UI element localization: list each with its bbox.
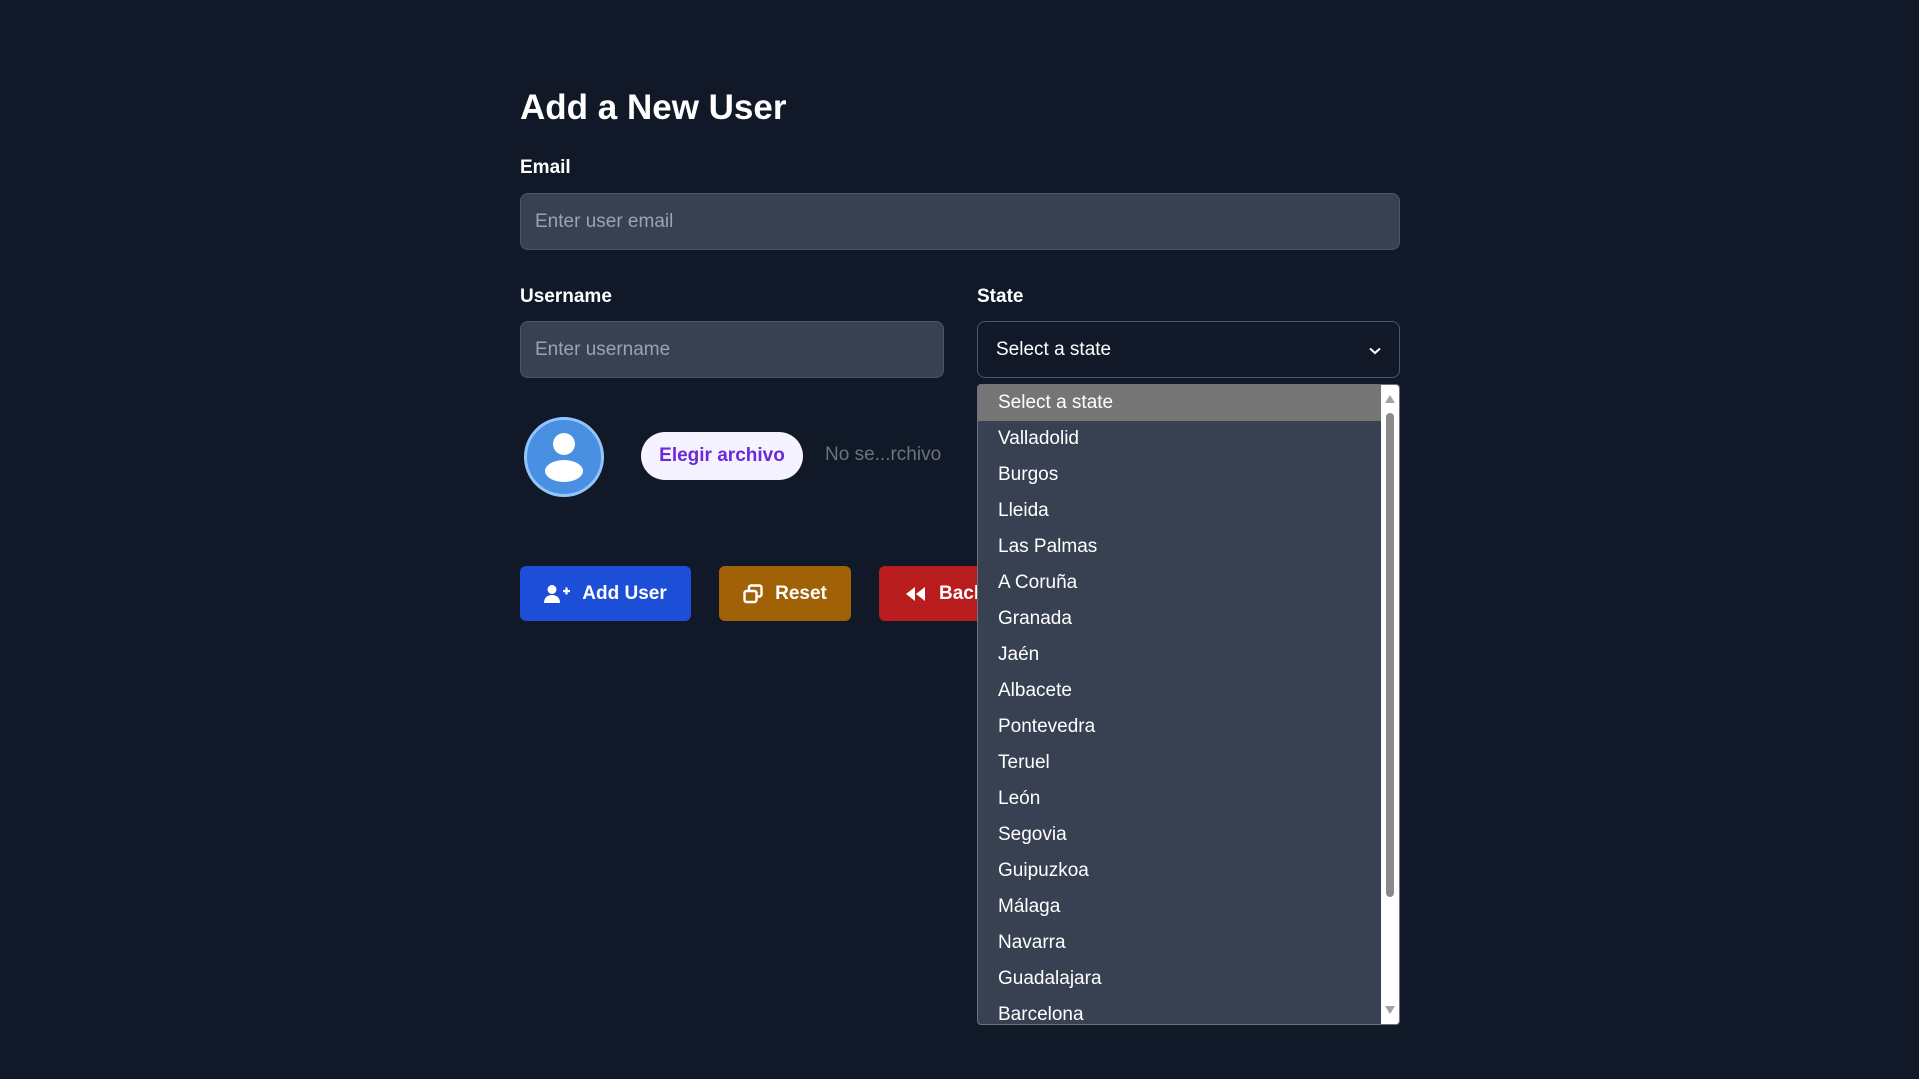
state-option[interactable]: Pontevedra [978,709,1381,745]
file-status-text: No se...rchivo [825,444,942,465]
reset-label: Reset [775,582,827,604]
state-option[interactable]: Select a state [978,385,1381,421]
state-option[interactable]: Valladolid [978,421,1381,457]
back-button[interactable]: Back [879,566,989,621]
state-dropdown-list[interactable]: Select a state Valladolid Burgos Lleida Las … [977,384,1400,1025]
state-option[interactable]: Burgos [978,457,1381,493]
username-label: Username [520,286,612,307]
user-plus-icon [544,584,571,603]
state-option[interactable]: Albacete [978,673,1381,709]
state-option[interactable]: Segovia [978,817,1381,853]
add-user-label: Add User [582,582,667,604]
state-option[interactable]: Teruel [978,745,1381,781]
state-option[interactable]: Guipuzkoa [978,853,1381,889]
avatar [524,417,604,497]
state-option[interactable]: León [978,781,1381,817]
scroll-thumb[interactable] [1386,413,1394,897]
backward-icon [906,586,925,601]
state-option[interactable]: A Coruña [978,565,1381,601]
window-restore-icon [743,583,763,603]
email-label: Email [520,157,571,178]
state-option[interactable]: Guadalajara [978,961,1381,997]
username-input[interactable] [520,321,944,378]
scroll-up-arrow-icon[interactable] [1385,395,1395,403]
state-options: Select a state Valladolid Burgos Lleida Las … [978,385,1381,1024]
user-avatar-icon [545,433,583,482]
state-option[interactable]: Barcelona [978,997,1381,1024]
email-input[interactable] [520,193,1400,250]
state-option[interactable]: Navarra [978,925,1381,961]
choose-file-button[interactable]: Elegir archivo [641,432,803,480]
state-option[interactable]: Jaén [978,637,1381,673]
dropdown-scrollbar[interactable] [1381,385,1399,1024]
page-title: Add a New User [520,88,787,127]
state-option[interactable]: Lleida [978,493,1381,529]
reset-button[interactable]: Reset [719,566,851,621]
scroll-down-arrow-icon[interactable] [1385,1006,1395,1014]
add-user-button[interactable]: Add User [520,566,691,621]
chevron-down-icon [1369,339,1381,361]
state-option[interactable]: Málaga [978,889,1381,925]
state-option[interactable]: Las Palmas [978,529,1381,565]
state-select[interactable]: Select a state [977,321,1400,378]
state-select-value: Select a state [996,338,1112,360]
state-option[interactable]: Granada [978,601,1381,637]
state-label: State [977,286,1024,307]
